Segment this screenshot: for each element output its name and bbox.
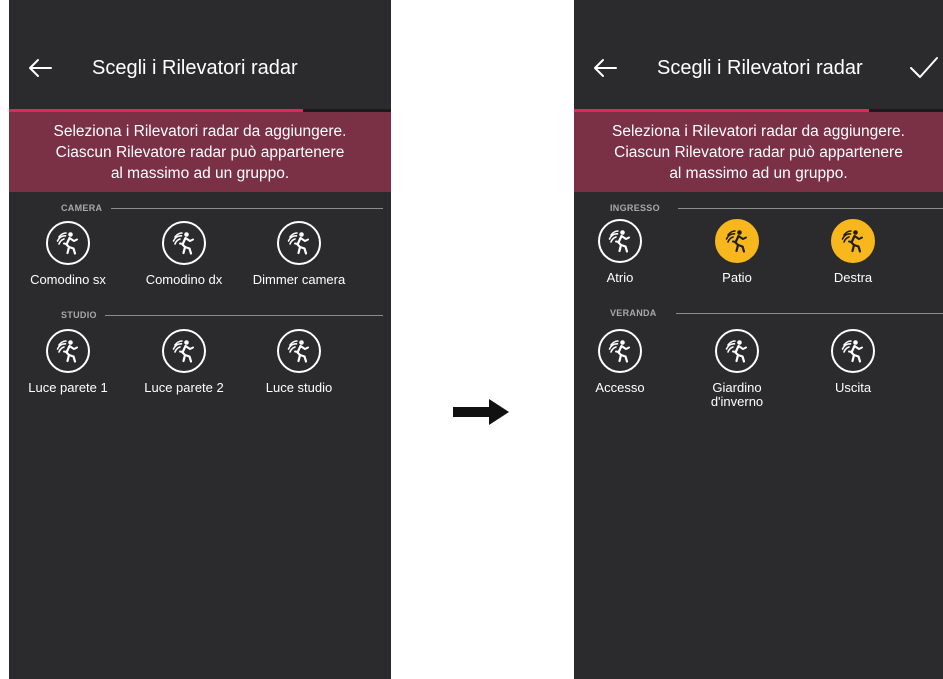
device-label: Patio	[722, 270, 752, 285]
group-divider	[676, 313, 943, 314]
device-comodino-dx[interactable]: Comodino dx	[129, 221, 239, 287]
device-label: Atrio	[606, 270, 634, 285]
back-arrow-icon[interactable]	[27, 55, 53, 81]
device-label: Uscita	[834, 380, 872, 395]
page-title: Scegli i Rilevatori radar	[92, 57, 298, 79]
device-label: Giardino d'inverno	[710, 380, 764, 409]
device-label: Comodino dx	[145, 272, 223, 287]
group-header: INGRESSO	[574, 201, 943, 215]
radar-motion-icon	[715, 329, 759, 373]
screen-after: Scegli i Rilevatori radar Seleziona i Ri…	[574, 0, 943, 679]
group-label: STUDIO	[61, 310, 97, 320]
radar-motion-icon	[715, 219, 759, 263]
radar-motion-icon	[598, 329, 642, 373]
device-dimmer-camera[interactable]: Dimmer camera	[244, 221, 354, 287]
instruction-line: Seleziona i Rilevatori radar da aggiunge…	[53, 122, 347, 140]
device-accesso[interactable]: Accesso	[574, 329, 675, 395]
screen-before: Scegli i Rilevatori radar Seleziona i Ri…	[9, 0, 391, 679]
page-title: Scegli i Rilevatori radar	[657, 57, 863, 79]
app-bar: Scegli i Rilevatori radar	[9, 0, 391, 104]
back-arrow-icon[interactable]	[592, 55, 618, 81]
transition-arrow-icon	[453, 399, 509, 425]
radar-motion-icon	[831, 329, 875, 373]
radar-motion-icon	[162, 221, 206, 265]
group-divider	[111, 208, 383, 209]
radar-motion-icon	[46, 329, 90, 373]
device-destra[interactable]: Destra	[798, 219, 908, 285]
device-atrio[interactable]: Atrio	[574, 219, 675, 285]
device-label: Luce studio	[265, 380, 333, 395]
instruction-banner: Seleziona i Rilevatori radar da aggiunge…	[9, 112, 391, 192]
instruction-line: al massimo ad un gruppo.	[110, 164, 290, 182]
radar-motion-icon	[598, 219, 642, 263]
device-comodino-sx[interactable]: Comodino sx	[13, 221, 123, 287]
app-bar: Scegli i Rilevatori radar	[574, 0, 943, 104]
instruction-line: Seleziona i Rilevatori radar da aggiunge…	[612, 122, 905, 140]
instruction-banner: Seleziona i Rilevatori radar da aggiunge…	[574, 112, 943, 192]
group-label: VERANDA	[610, 308, 657, 318]
group-label: CAMERA	[61, 203, 103, 213]
device-label: Dimmer camera	[252, 272, 346, 287]
group-divider	[678, 208, 943, 209]
instruction-line: al massimo ad un gruppo.	[669, 164, 848, 182]
radar-motion-icon	[46, 221, 90, 265]
device-uscita[interactable]: Uscita	[798, 329, 908, 395]
device-label: Comodino sx	[30, 272, 106, 287]
device-patio[interactable]: Patio	[682, 219, 792, 285]
instruction-line: Ciascun Rilevatore radar può appartenere	[614, 143, 903, 161]
device-luce-parete-1[interactable]: Luce parete 1	[13, 329, 123, 395]
device-label: Destra	[833, 270, 873, 285]
confirm-check-icon[interactable]	[909, 54, 939, 82]
group-header: CAMERA	[9, 201, 391, 215]
instruction-line: Ciascun Rilevatore radar può appartenere	[55, 143, 345, 161]
radar-motion-icon	[162, 329, 206, 373]
device-luce-parete-2[interactable]: Luce parete 2	[129, 329, 239, 395]
radar-motion-icon	[277, 221, 321, 265]
device-label: Luce parete 2	[144, 380, 224, 395]
group-header: STUDIO	[9, 308, 391, 322]
device-label: Luce parete 1	[28, 380, 108, 395]
radar-motion-icon	[277, 329, 321, 373]
group-divider	[105, 315, 383, 316]
radar-motion-icon	[831, 219, 875, 263]
group-label: INGRESSO	[610, 203, 660, 213]
device-label: Accesso	[595, 380, 645, 395]
device-luce-studio[interactable]: Luce studio	[244, 329, 354, 395]
device-giardino-d-inverno[interactable]: Giardino d'inverno	[682, 329, 792, 409]
group-header: VERANDA	[574, 306, 943, 320]
